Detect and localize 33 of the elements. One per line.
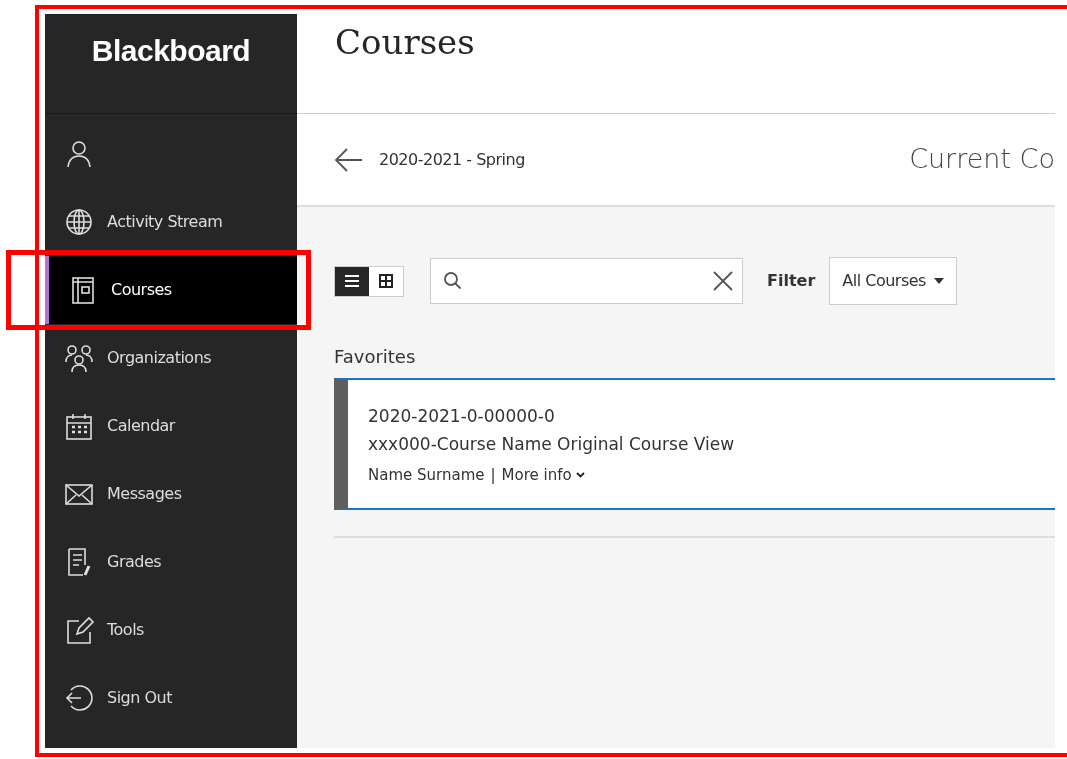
sidebar-item[interactable]: Activity Stream: [45, 188, 297, 256]
caret-icon: [933, 278, 944, 284]
grid-icon: [379, 274, 393, 288]
sidebar-item[interactable]: Messages: [45, 460, 297, 528]
sidebar-item[interactable]: Calendar: [45, 392, 297, 460]
close-icon[interactable]: [712, 270, 734, 292]
course-code: 2020-2021-0-00000-0: [368, 405, 556, 428]
term-label: 2020-2021 - Spring: [379, 148, 525, 171]
course-card[interactable]: 2020-2021-0-00000-0 xxx000-Course Name Original Course View Name Surname | More info: [334, 378, 1055, 510]
sidebar-item[interactable]: Tools: [45, 596, 297, 664]
globe-icon: [63, 206, 95, 238]
people-icon: [63, 342, 95, 374]
sidebar-item[interactable]: Grades: [45, 528, 297, 596]
list-icon: [344, 274, 360, 288]
filter-label: Filter: [767, 270, 816, 292]
sign-out-icon: [63, 682, 95, 714]
sidebar-item[interactable]: Courses: [45, 256, 297, 324]
logo: Blackboard: [91, 33, 251, 69]
sidebar-item[interactable]: Sign Out: [45, 664, 297, 732]
list-view-button[interactable]: [335, 266, 369, 296]
filter-dropdown[interactable]: All Courses: [829, 257, 957, 305]
search-field[interactable]: [430, 258, 743, 304]
search-icon: [443, 271, 463, 291]
separator: |: [490, 465, 496, 486]
page-title: Courses: [335, 22, 476, 63]
sidebar-item[interactable]: Organizations: [45, 324, 297, 392]
grid-view-button[interactable]: [369, 266, 403, 296]
section-title: Favorites: [334, 345, 417, 369]
course-name: xxx000-Course Name Original Course View: [368, 433, 736, 456]
chevron-down-icon: [575, 472, 585, 479]
section-heading: Current Co: [909, 142, 1055, 177]
instructor-name: Name Surname: [368, 465, 485, 486]
more-info-link[interactable]: More info: [501, 464, 585, 487]
